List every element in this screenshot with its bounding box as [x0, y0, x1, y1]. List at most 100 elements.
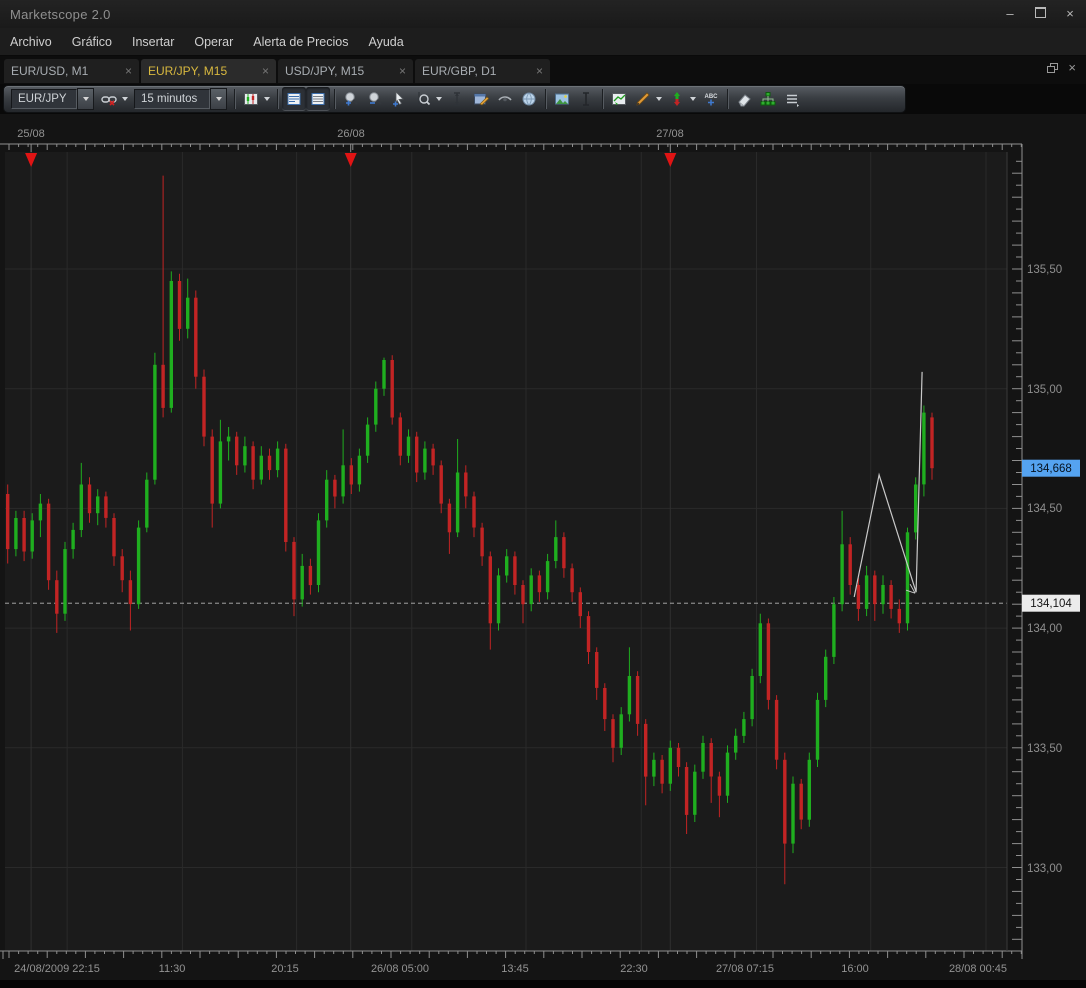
zoom-in-icon [343, 91, 359, 107]
tabbar-restore-icon[interactable] [1047, 63, 1058, 73]
link-broken-caret[interactable] [122, 97, 128, 101]
svg-text:13:45: 13:45 [501, 963, 529, 975]
image-icon [554, 91, 570, 107]
ask-grid-button[interactable] [306, 87, 330, 111]
close-button[interactable]: × [1062, 0, 1078, 28]
eye-button[interactable] [493, 87, 517, 111]
link-broken-icon [101, 91, 117, 107]
text-cursor-icon [578, 91, 594, 107]
chart-canvas[interactable]: 25/0826/0827/0824/08/2009 22:1511:3020:1… [0, 114, 1086, 988]
globe-button[interactable] [517, 87, 541, 111]
svg-text:16:00: 16:00 [841, 963, 869, 975]
symbol-combobox-dropdown-button[interactable] [77, 88, 94, 110]
pencil-caret[interactable] [656, 97, 662, 101]
maximize-icon [1035, 7, 1046, 18]
globe-icon [521, 91, 537, 107]
marketscope-window: Marketscope 2.0 – × ArchivoGráficoInsert… [0, 0, 1086, 988]
strategy-nodes-button[interactable] [756, 87, 780, 111]
updown-marker-caret[interactable] [690, 97, 696, 101]
abc-label-icon: ABC [703, 91, 719, 107]
image-button[interactable] [550, 87, 574, 111]
svg-text:27/08: 27/08 [656, 128, 684, 140]
window-titlebar: Marketscope 2.0 – × [0, 0, 1086, 28]
tab-eur-gbp-d1[interactable]: EUR/GBP, D1× [415, 59, 550, 83]
indicator-window-icon [611, 91, 627, 107]
link-broken-button[interactable] [97, 87, 121, 111]
tab-usd-jpy-m15[interactable]: USD/JPY, M15× [278, 59, 413, 83]
abc-label-button[interactable]: ABC [699, 87, 723, 111]
tabbar-close-icon[interactable]: × [1068, 63, 1076, 73]
menu-item-archivo[interactable]: Archivo [0, 29, 62, 55]
chart-type-candles-icon [243, 91, 259, 107]
svg-text:135,50: 135,50 [1027, 264, 1062, 276]
eye-icon [497, 91, 513, 107]
toolbar-separator [334, 89, 335, 109]
plot-background[interactable] [5, 152, 1007, 951]
pointer-add-button[interactable] [387, 87, 411, 111]
chart-type-candles-button[interactable] [239, 87, 263, 111]
eraser-icon [736, 91, 752, 107]
annotation-window-button[interactable] [469, 87, 493, 111]
tab-eur-usd-m1[interactable]: EUR/USD, M1 × [4, 59, 139, 83]
tab-close-icon[interactable]: × [395, 64, 406, 78]
svg-text:27/08 07:15: 27/08 07:15 [716, 963, 774, 975]
svg-text:134,104: 134,104 [1030, 598, 1072, 610]
strategy-nodes-icon [760, 91, 776, 107]
timeframe-combobox-value[interactable]: 15 minutos [134, 89, 210, 109]
svg-text:134,50: 134,50 [1027, 503, 1062, 515]
tab-close-icon[interactable]: × [532, 64, 543, 78]
zoom-region-button[interactable] [411, 87, 435, 111]
menu-item-alerta-de-precios[interactable]: Alerta de Precios [243, 29, 358, 55]
zoom-region-icon [415, 91, 431, 107]
svg-text:133,50: 133,50 [1027, 743, 1062, 755]
zoom-region-caret[interactable] [436, 97, 442, 101]
svg-text:25/08: 25/08 [17, 128, 45, 140]
menu-item-gr-fico[interactable]: Gráfico [62, 29, 122, 55]
svg-text:134,00: 134,00 [1027, 623, 1062, 635]
minimize-button[interactable]: – [1002, 0, 1018, 28]
tabbar: EUR/USD, M1×EUR/JPY, M15×USD/JPY, M15×EU… [0, 56, 1086, 84]
svg-text:22:30: 22:30 [620, 963, 648, 975]
text-cursor-button[interactable] [574, 87, 598, 111]
tab-eur-jpy-m15[interactable]: EUR/JPY, M15× [141, 59, 276, 83]
timeframe-combobox: 15 minutos [134, 88, 227, 110]
fit-vertical-icon [449, 91, 465, 107]
zoom-in-button[interactable] [339, 87, 363, 111]
toolbar-row: EUR/JPY 15 minutos ABC [0, 84, 1086, 114]
zoom-out-icon [367, 91, 383, 107]
svg-text:133,00: 133,00 [1027, 863, 1062, 875]
symbol-combobox: EUR/JPY [11, 88, 94, 110]
current-price-badge: 134,668 [1022, 460, 1080, 477]
bid-grid-icon [286, 91, 302, 107]
svg-text:11:30: 11:30 [159, 963, 186, 975]
updown-marker-button[interactable] [665, 87, 689, 111]
timeframe-combobox-dropdown-button[interactable] [210, 88, 227, 110]
eraser-button[interactable] [732, 87, 756, 111]
indicator-window-button[interactable] [607, 87, 631, 111]
toolbar-separator [727, 89, 728, 109]
pencil-button[interactable] [631, 87, 655, 111]
menu-item-insertar[interactable]: Insertar [122, 29, 184, 55]
toolbar-menu-button[interactable] [780, 87, 804, 111]
maximize-button[interactable] [1032, 0, 1048, 28]
chart-type-candles-caret[interactable] [264, 97, 270, 101]
svg-text:135,00: 135,00 [1027, 384, 1062, 396]
bid-grid-button[interactable] [282, 87, 306, 111]
zoom-out-button[interactable] [363, 87, 387, 111]
menu-item-operar[interactable]: Operar [184, 29, 243, 55]
ask-grid-icon [310, 91, 326, 107]
menubar: ArchivoGráficoInsertarOperarAlerta de Pr… [0, 28, 1086, 56]
svg-text:26/08: 26/08 [337, 128, 365, 140]
toolbar-menu-icon [784, 91, 800, 107]
reference-price-badge: 134,104 [1022, 595, 1080, 612]
tab-label: EUR/USD, M1 [11, 64, 88, 78]
symbol-combobox-value[interactable]: EUR/JPY [11, 89, 77, 109]
toolbar-separator [277, 89, 278, 109]
updown-marker-icon [669, 91, 685, 107]
toolbar-separator [602, 89, 603, 109]
tab-close-icon[interactable]: × [121, 64, 132, 78]
tab-close-icon[interactable]: × [258, 64, 269, 78]
menu-item-ayuda[interactable]: Ayuda [358, 29, 413, 55]
fit-vertical-button[interactable] [445, 87, 469, 111]
svg-text:20:15: 20:15 [271, 963, 299, 975]
